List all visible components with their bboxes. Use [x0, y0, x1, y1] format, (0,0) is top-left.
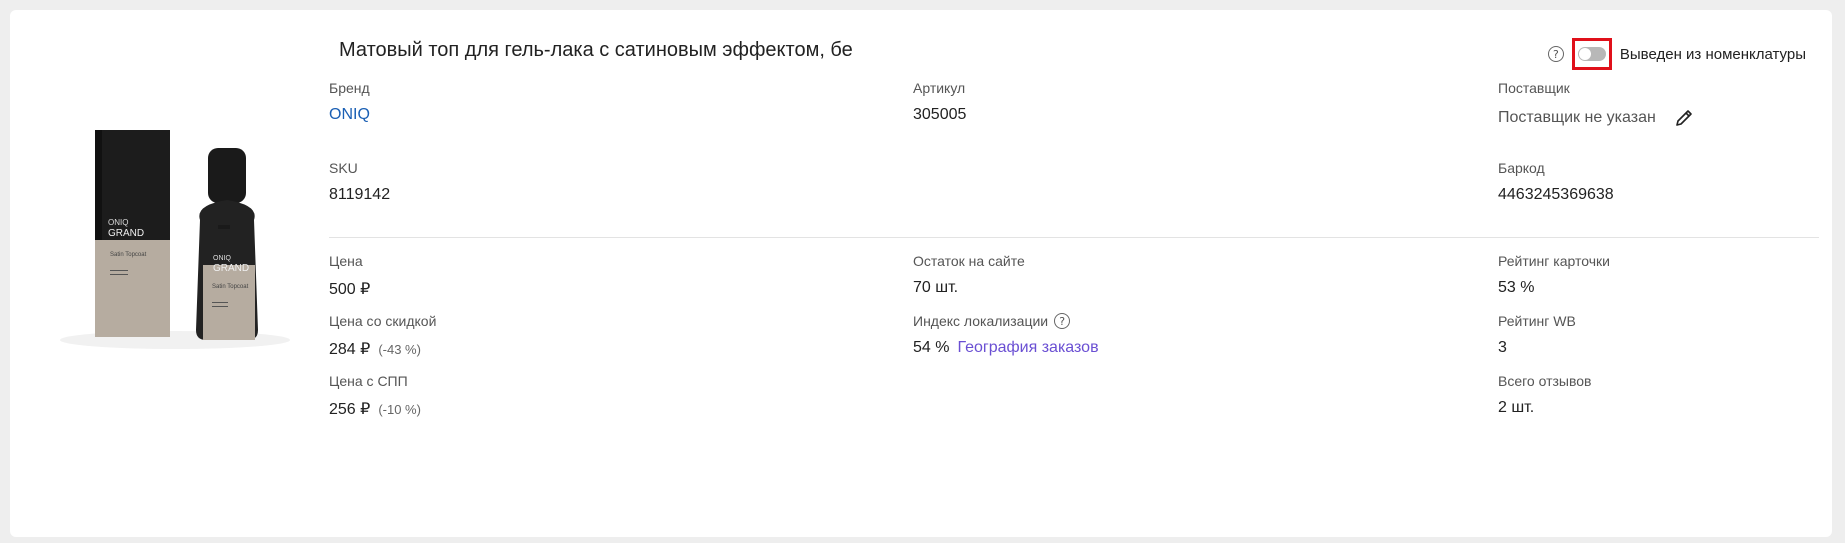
- nomenclature-toggle[interactable]: [1577, 47, 1606, 61]
- supplier-field: Поставщик Поставщик не указан: [1498, 80, 1694, 128]
- svg-text:GRAND: GRAND: [213, 263, 249, 274]
- product-image: ONIQ GRAND Satin Topcoat ONIQ GRAND Sati…: [60, 130, 290, 349]
- stock-label: Остаток на сайте: [913, 253, 1025, 269]
- localization-label: Индекс локализации: [913, 313, 1049, 329]
- product-card: ONIQ GRAND Satin Topcoat ONIQ GRAND Sati…: [10, 10, 1832, 537]
- article-label: Артикул: [913, 80, 966, 96]
- supplier-value: Поставщик не указан: [1498, 109, 1656, 126]
- svg-text:ONIQ: ONIQ: [108, 218, 128, 227]
- svg-text:ONIQ: ONIQ: [213, 255, 231, 262]
- reviews-label: Всего отзывов: [1498, 373, 1592, 389]
- spp-percent: (-10 %): [378, 401, 421, 417]
- toggle-label: Выведен из номенклатуры: [1619, 45, 1806, 63]
- stock-field: Остаток на сайте 70 шт.: [913, 253, 1025, 297]
- card-rating-field: Рейтинг карточки 53 %: [1498, 253, 1610, 297]
- discount-percent: (-43 %): [378, 341, 421, 357]
- svg-text:GRAND: GRAND: [108, 228, 144, 239]
- reviews-field: Всего отзывов 2 шт.: [1498, 373, 1591, 417]
- reviews-value: 2 шт.: [1498, 399, 1535, 416]
- product-title: Матовый топ для гель-лака с сатиновым эф…: [339, 39, 853, 61]
- toggle-knob: [1578, 48, 1591, 60]
- question-circle-icon[interactable]: ?: [1547, 46, 1564, 62]
- price-label: Цена: [329, 253, 363, 269]
- discount-price-field: Цена со скидкой 284 ₽ (-43 %): [329, 313, 436, 359]
- spp-price-label: Цена с СПП: [329, 373, 408, 389]
- wb-rating-field: Рейтинг WB 3: [1498, 313, 1576, 357]
- card-rating-label: Рейтинг карточки: [1498, 253, 1610, 269]
- brand-label: Бренд: [329, 80, 370, 96]
- spp-price-value: 256 ₽: [329, 401, 371, 418]
- sku-value: 8119142: [329, 186, 391, 203]
- localization-value: 54 %: [913, 339, 950, 356]
- brand-field: Бренд ONIQ: [329, 80, 370, 124]
- discount-price-label: Цена со скидкой: [329, 313, 437, 329]
- discount-price-value: 284 ₽: [329, 341, 371, 358]
- supplier-label: Поставщик: [1498, 80, 1570, 96]
- sku-label: SKU: [329, 160, 358, 176]
- brand-link[interactable]: ONIQ: [329, 106, 370, 124]
- barcode-field: Баркод 4463245369638: [1498, 160, 1614, 204]
- spp-price-field: Цена с СПП 256 ₽ (-10 %): [329, 373, 421, 419]
- sku-field: SKU 8119142: [329, 160, 390, 204]
- nomenclature-toggle-area: ? Выведен из номенклатуры: [1547, 38, 1806, 70]
- geo-orders-link[interactable]: География заказов: [957, 339, 1098, 357]
- section-divider: [329, 237, 1819, 238]
- price-value: 500 ₽: [329, 281, 371, 298]
- article-value: 305005: [913, 106, 967, 123]
- toggle-highlight-frame: [1571, 38, 1612, 70]
- localization-field: Индекс локализации ? 54 % География зака…: [913, 313, 1099, 357]
- stock-value: 70 шт.: [913, 279, 959, 296]
- barcode-value: 4463245369638: [1498, 186, 1614, 203]
- wb-rating-label: Рейтинг WB: [1498, 313, 1576, 329]
- wb-rating-value: 3: [1498, 339, 1507, 356]
- svg-text:Satin Topcoat: Satin Topcoat: [110, 252, 147, 258]
- barcode-label: Баркод: [1498, 160, 1545, 176]
- price-field: Цена 500 ₽: [329, 253, 370, 299]
- edit-pencil-icon[interactable]: [1674, 108, 1694, 128]
- card-rating-value: 53 %: [1498, 279, 1535, 296]
- question-circle-icon[interactable]: ?: [1054, 313, 1071, 329]
- svg-text:Satin Topcoat: Satin Topcoat: [212, 284, 249, 290]
- article-field: Артикул 305005: [913, 80, 966, 124]
